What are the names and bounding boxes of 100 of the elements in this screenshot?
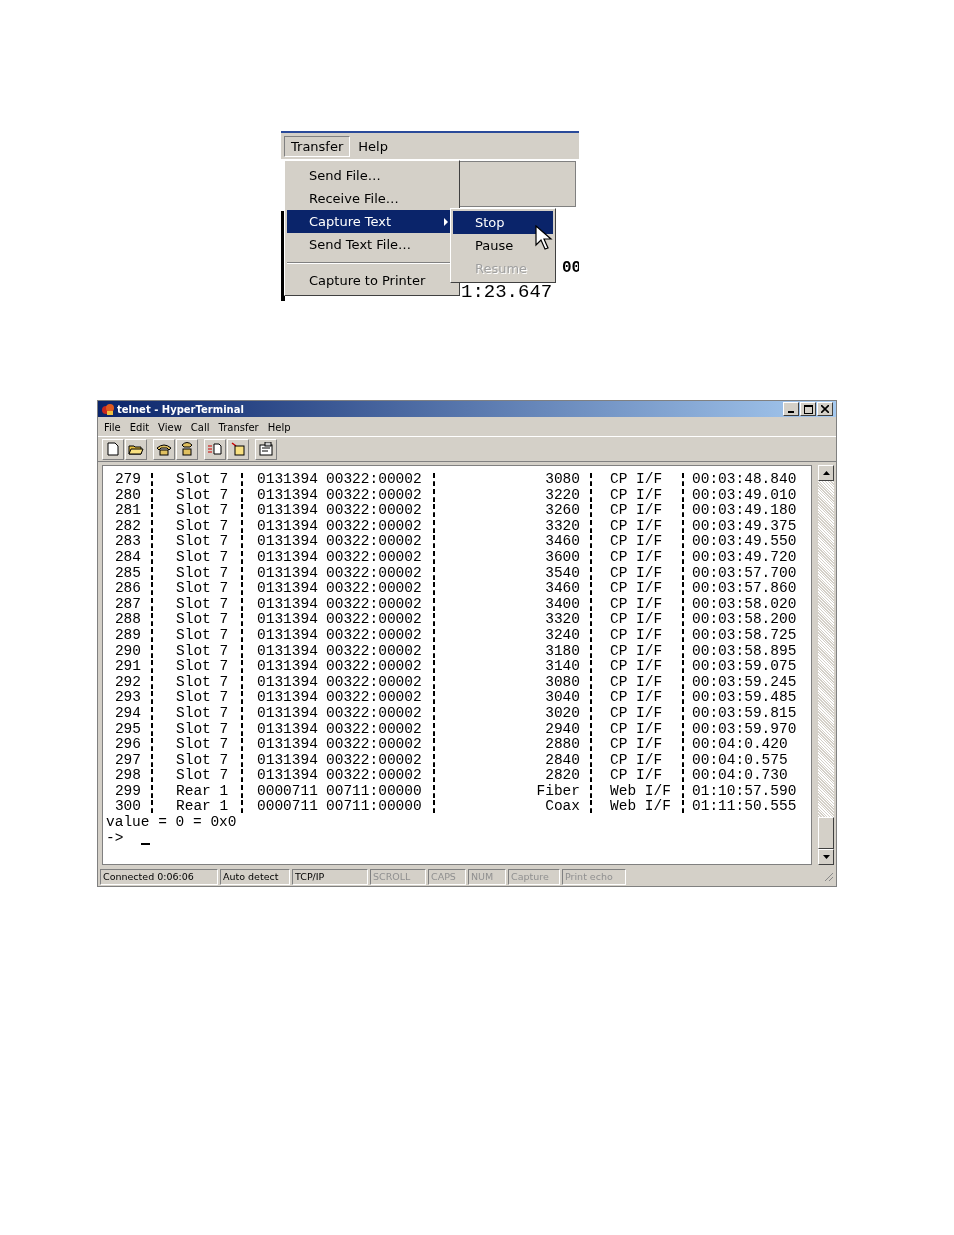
terminal-text: 0131394 [257, 690, 319, 706]
scroll-down-button[interactable] [818, 849, 834, 865]
menu-bar-item[interactable]: File [104, 422, 121, 433]
terminal-text: CP I/F [610, 612, 664, 628]
menu-item[interactable]: Receive File… [287, 187, 457, 210]
terminal-text: 00:03:59.075 [692, 659, 797, 675]
terminal-text: 294 [113, 705, 141, 722]
menu-bar-item[interactable]: Edit [129, 422, 150, 433]
terminal-text: CP I/F [610, 768, 664, 784]
terminal-text: 00322:00002 [326, 752, 423, 769]
terminal-text: 00322:00002 [326, 768, 423, 784]
toolbar-button[interactable] [125, 438, 147, 460]
terminal-text: 00322:00002 [326, 565, 423, 582]
terminal-text: 296 [113, 737, 141, 753]
document-icon [207, 442, 223, 456]
resize-grip-icon[interactable] [824, 872, 834, 882]
terminal-text: 00:04:0.420 [692, 737, 788, 753]
terminal-text: 0131394 [257, 659, 319, 675]
terminal-text: CP I/F [610, 659, 664, 675]
terminal-text: 3080 [544, 472, 580, 488]
terminal-text: 01:10:57.590 [692, 783, 797, 800]
terminal-text: 0131394 [257, 596, 319, 613]
terminal-text: Slot 7 [176, 565, 230, 581]
toolbar-button[interactable] [176, 438, 198, 460]
terminal-text: Slot 7 [176, 612, 230, 628]
menu-bar-item[interactable]: Transfer [284, 135, 351, 157]
status-bar-panel: NUM [468, 869, 506, 885]
menu-bar-item[interactable]: View [158, 422, 182, 433]
terminal-text: 283 [113, 534, 141, 550]
menu-bar-item[interactable]: Transfer [218, 422, 259, 433]
scroll-up-button[interactable] [818, 465, 834, 481]
terminal-text: 0131394 [257, 737, 319, 753]
terminal-text: 00322:00002 [326, 721, 423, 738]
terminal-text: 292 [113, 674, 141, 691]
telephone-icon [180, 441, 194, 457]
terminal-text: 290 [113, 643, 141, 660]
terminal-text: 00322:00002 [326, 503, 423, 519]
terminal-text: CP I/F [610, 737, 664, 753]
terminal-text: 2840 [544, 752, 580, 769]
terminal-text: Slot 7 [176, 534, 230, 550]
terminal-text: 0131394 [257, 534, 319, 550]
terminal-text: 00:03:57.860 [692, 581, 797, 597]
terminal-text: CP I/F [610, 565, 664, 581]
toolbar-button[interactable] [255, 438, 277, 460]
text-cursor [141, 843, 151, 846]
terminal-text: 00:03:58.725 [692, 627, 797, 644]
minimize-button[interactable] [783, 402, 799, 416]
menu-bar-item[interactable]: Help [267, 422, 291, 433]
terminal-text: Slot 7 [176, 549, 230, 566]
terminal-text: 1:23.647 [461, 282, 553, 302]
properties-icon [259, 442, 273, 456]
terminal-text: 00322:00002 [326, 674, 423, 691]
toolbar-button[interactable] [153, 438, 175, 460]
terminal-text: Slot 7 [176, 705, 230, 722]
menu-bar-item[interactable]: Help [352, 136, 394, 156]
scroll-thumb[interactable] [818, 817, 834, 849]
vertical-scrollbar[interactable] [818, 465, 834, 865]
terminal-text: 297 [113, 752, 141, 769]
terminal-text: CP I/F [610, 549, 664, 566]
terminal-text: 00711:00000 [326, 783, 423, 800]
new-document-icon [106, 442, 120, 456]
terminal-text: Fiber [535, 783, 580, 800]
terminal-text: 00:03:49.375 [692, 518, 797, 535]
menu-bar-item[interactable]: Call [190, 422, 210, 433]
terminal-text: 0131394 [257, 549, 319, 566]
terminal-text: 3400 [544, 596, 580, 613]
terminal-text: 0131394 [257, 503, 319, 519]
terminal-text: 00:03:58.895 [692, 643, 797, 660]
app-icon [101, 402, 115, 416]
terminal-text: CP I/F [610, 752, 664, 768]
terminal-text: Slot 7 [176, 472, 230, 488]
status-bar-panel: Print echo [562, 869, 626, 885]
terminal-text: 2880 [544, 737, 580, 753]
terminal-text: 00:03:59.485 [692, 690, 797, 706]
terminal-text: 00:03:49.010 [692, 487, 797, 504]
close-button[interactable] [817, 402, 833, 416]
menu-item[interactable]: Send File… [287, 164, 457, 187]
terminal-text: Slot 7 [176, 721, 230, 737]
status-bar-panel: SCROLL [370, 869, 426, 885]
terminal-text: 295 [113, 721, 141, 738]
terminal-text: CP I/F [610, 596, 664, 612]
terminal-text: 0131394 [257, 721, 319, 738]
terminal-text: 0131394 [257, 518, 319, 535]
status-bar-panel: CAPS [428, 869, 466, 885]
maximize-button[interactable] [800, 402, 816, 416]
terminal-text: Slot 7 [176, 596, 230, 612]
terminal-text: CP I/F [610, 487, 664, 503]
terminal-text: Web I/F [610, 783, 672, 799]
terminal-text: CP I/F [610, 518, 664, 534]
terminal-text: 0000711 [257, 783, 319, 800]
telephone-icon [156, 442, 172, 456]
terminal-text: 00322:00002 [326, 518, 423, 535]
menu-item[interactable]: Stop [453, 211, 553, 234]
terminal-text: 3260 [544, 503, 580, 519]
terminal-text: 00322:00002 [326, 596, 423, 613]
status-bar-panel: TCP/IP [292, 869, 368, 885]
terminal-text: 00322:00002 [326, 612, 423, 628]
terminal-text: 00:03:49.720 [692, 549, 797, 566]
terminal-text: 0131394 [257, 472, 319, 488]
terminal-text: 3600 [544, 549, 580, 566]
